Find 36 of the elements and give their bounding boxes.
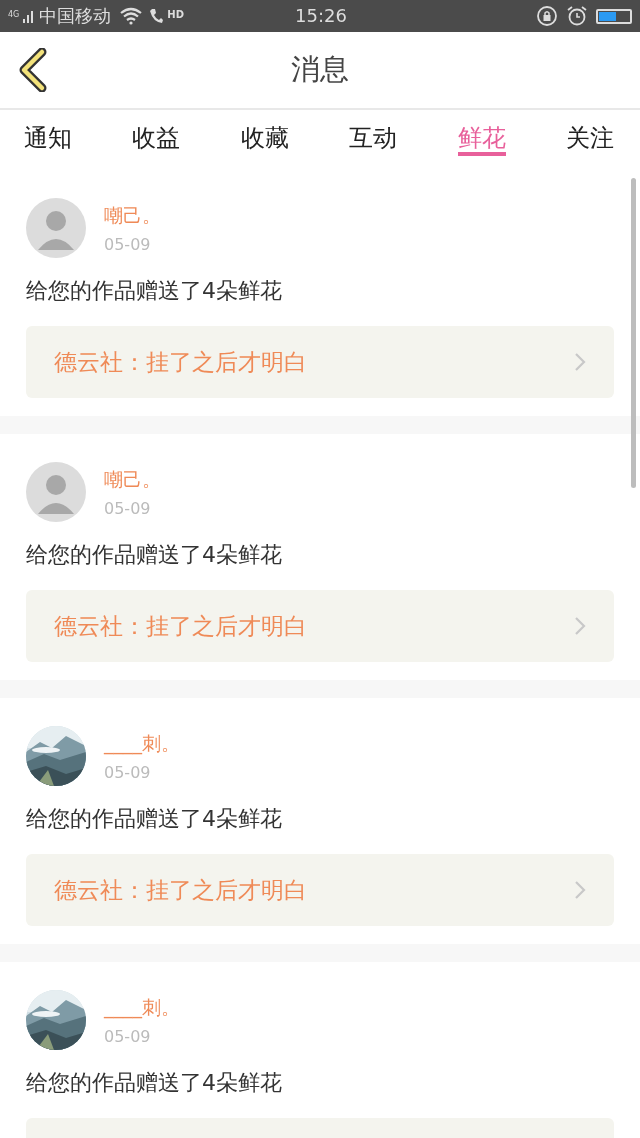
- message-text: 给您的作品赠送了4朵鲜花: [26, 805, 283, 833]
- battery-icon: [596, 8, 632, 24]
- tab[interactable]: 通知: [24, 110, 72, 170]
- message-text: 给您的作品赠送了4朵鲜花: [26, 1069, 283, 1097]
- tab[interactable]: 关注: [565, 110, 614, 170]
- chevron-icon: [574, 616, 586, 636]
- page-title: 消息: [291, 51, 349, 88]
- avatar-silhouette: [26, 462, 86, 522]
- tab[interactable]: 鲜花: [457, 110, 506, 156]
- message-date: 05-09: [104, 498, 152, 518]
- user-name[interactable]: ____刺。: [104, 730, 180, 757]
- signal-icon: [23, 9, 36, 23]
- network-label: 4G: [8, 10, 20, 19]
- status-time: 15:26: [295, 5, 347, 26]
- chevron-icon: [574, 352, 586, 372]
- phone-icon: [149, 7, 164, 25]
- user-name[interactable]: ____刺。: [104, 994, 180, 1021]
- work-link[interactable]: 德云社：挂了之后才明白: [26, 590, 614, 662]
- work-link[interactable]: 德云社：挂了之后才明白: [26, 854, 614, 926]
- alarm-icon: [566, 5, 588, 27]
- user-name[interactable]: 嘲己。: [104, 466, 161, 493]
- message-date: 05-09: [104, 1026, 152, 1046]
- tab[interactable]: 收藏: [240, 110, 289, 170]
- tab[interactable]: 收益: [132, 110, 181, 170]
- carrier-label: 中国移动: [39, 4, 112, 28]
- message-text: 给您的作品赠送了4朵鲜花: [26, 541, 283, 569]
- avatar-silhouette: [26, 198, 86, 258]
- hd-label: HD: [167, 9, 184, 20]
- message-date: 05-09: [104, 234, 152, 254]
- work-link[interactable]: 德云社：挂了之后才明白: [26, 326, 614, 398]
- chevron-icon: [574, 880, 586, 900]
- message-date: 05-09: [104, 762, 152, 782]
- message-text: 给您的作品赠送了4朵鲜花: [26, 277, 283, 305]
- user-name[interactable]: 嘲己。: [104, 202, 161, 229]
- rotation-lock-icon: [536, 5, 558, 27]
- tab[interactable]: 互动: [349, 110, 398, 170]
